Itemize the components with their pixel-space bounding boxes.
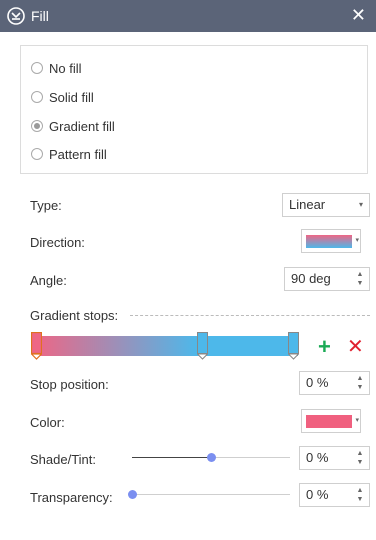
panel-title: Fill [31,8,49,24]
chevron-down-icon: ▾ [355,237,359,244]
chevron-down-icon: ▾ [358,200,363,209]
radio-label: Pattern fill [49,146,107,162]
angle-label: Angle: [30,273,67,288]
spin-arrows-icon[interactable]: ▲ ▼ [355,449,365,467]
radio-button[interactable] [31,148,43,160]
radio-button[interactable] [31,91,43,103]
delete-stop-icon[interactable]: ✕ [347,337,364,357]
radio-label: No fill [49,60,82,76]
radio-label: Solid fill [49,89,94,105]
fill-type-group: No fill Solid fill Gradient fill Pattern… [20,45,368,174]
close-icon[interactable]: ✕ [351,5,366,25]
gradient-stop-handle[interactable] [288,332,299,360]
shade-tint-label: Shade/Tint: [30,452,97,467]
radio-no-fill[interactable]: No fill [31,58,82,78]
chevron-down-icon: ▾ [355,417,359,424]
shade-tint-value: 0 % [306,450,329,465]
type-select[interactable]: Linear ▾ [282,193,370,217]
direction-preview [306,235,352,248]
gradient-bar[interactable] [34,336,298,356]
color-label: Color: [30,415,65,430]
angle-input[interactable]: 90 deg ▲ ▼ [284,267,370,291]
transparency-track[interactable] [132,494,290,495]
stop-position-value: 0 % [306,375,329,390]
radio-button-selected[interactable] [31,120,43,132]
divider [130,315,370,316]
spin-arrows-icon[interactable]: ▲ ▼ [355,270,365,288]
type-label: Type: [30,198,62,213]
shade-tint-slider-thumb[interactable] [207,453,216,462]
title-bar: Fill ✕ [0,0,376,32]
type-value: Linear [289,197,326,212]
spin-arrows-icon[interactable]: ▲ ▼ [355,374,365,392]
gradient-stop-handle-selected[interactable] [31,332,42,360]
fill-icon [7,7,25,25]
radio-button[interactable] [31,62,43,74]
transparency-value: 0 % [306,487,329,502]
stop-position-input[interactable]: 0 % ▲ ▼ [299,371,370,395]
direction-picker[interactable]: ▾ [301,229,361,253]
color-swatch [306,415,352,428]
gradient-stops-label: Gradient stops: [30,308,119,323]
transparency-input[interactable]: 0 % ▲ ▼ [299,483,370,507]
direction-label: Direction: [30,235,85,250]
color-picker[interactable]: ▾ [301,409,361,433]
radio-gradient-fill[interactable]: Gradient fill [31,116,115,136]
transparency-label: Transparency: [30,490,113,505]
add-stop-icon[interactable]: + [318,336,331,358]
angle-value: 90 deg [291,271,331,286]
radio-solid-fill[interactable]: Solid fill [31,87,94,107]
shade-tint-input[interactable]: 0 % ▲ ▼ [299,446,370,470]
radio-pattern-fill[interactable]: Pattern fill [31,144,107,164]
transparency-slider-thumb[interactable] [128,490,137,499]
shade-tint-fill [132,457,211,458]
spin-arrows-icon[interactable]: ▲ ▼ [355,486,365,504]
stop-position-label: Stop position: [30,377,109,392]
gradient-stop-handle[interactable] [197,332,208,360]
radio-label: Gradient fill [49,118,115,134]
